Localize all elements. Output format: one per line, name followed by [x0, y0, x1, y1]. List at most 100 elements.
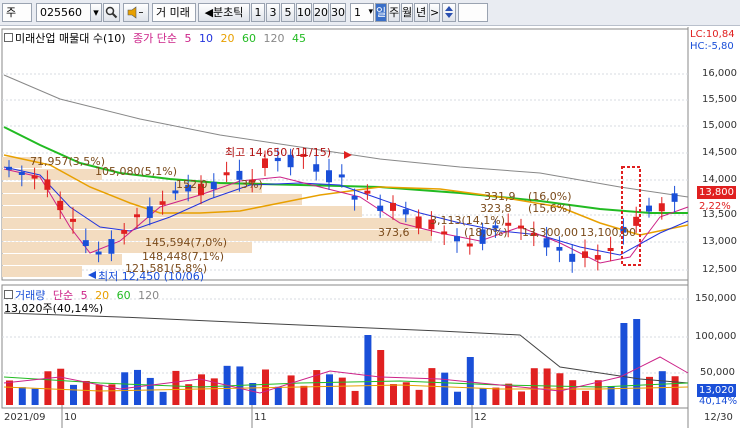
vol-y-tick: 150,000	[695, 293, 737, 304]
profile-bar	[2, 169, 102, 180]
volume-bar	[31, 388, 39, 405]
x-axis-label: 12/30	[704, 412, 733, 423]
unit-day-button[interactable]: 일	[375, 3, 387, 22]
candle-body	[223, 172, 230, 176]
period-tick-label: 분초틱	[213, 6, 244, 19]
candle-body	[146, 206, 153, 218]
candle-body	[70, 218, 76, 222]
unit-week-button[interactable]: 주	[388, 3, 400, 22]
period-30-button[interactable]: 30	[330, 3, 346, 22]
type-select-value: 주	[6, 6, 17, 19]
candle-body	[6, 166, 12, 170]
candle-body	[18, 171, 25, 175]
unit-year-button[interactable]: 년	[414, 3, 428, 22]
volume-bar	[146, 377, 154, 405]
candle-body	[121, 229, 128, 234]
candle-body	[556, 246, 563, 251]
candle-body	[313, 164, 320, 172]
y-tick: 15,000	[702, 120, 737, 131]
y-tick: 13,000	[702, 236, 737, 247]
period-tick-button[interactable]: ◀분초틱	[198, 3, 250, 22]
volume-bar	[543, 368, 551, 405]
volume-bar	[466, 357, 474, 405]
ma-60-label: 60	[242, 32, 257, 45]
volume-bar	[18, 387, 26, 405]
period-number: 10	[297, 6, 311, 19]
blank-input[interactable]	[458, 3, 488, 22]
code-dropdown-button[interactable]: ▾	[90, 3, 102, 22]
unit-label: 일	[376, 6, 387, 19]
interval-input[interactable]: 1 ▾	[350, 3, 374, 22]
volume-bar	[415, 389, 423, 405]
price-panel-title: 미래산업 매물대 수(10)	[15, 32, 126, 45]
stock-name-value: 거 미래	[156, 6, 190, 19]
period-20-button[interactable]: 20	[313, 3, 329, 22]
price-legend: 미래산업 매물대 수(10) 종가 단순 5 10 20 60 120 45	[4, 30, 310, 46]
period-10-button[interactable]: 10	[296, 3, 312, 22]
profile-label: 152,0	[176, 178, 208, 191]
volume-bar	[287, 375, 295, 405]
candle-body	[351, 195, 358, 200]
volume-bar	[454, 391, 461, 405]
period-number: 5	[284, 6, 292, 19]
checkbox-icon[interactable]	[4, 290, 13, 299]
volume-bar	[326, 374, 333, 405]
search-button[interactable]	[103, 3, 120, 22]
chart-area: 미래산업 매물대 수(10) 종가 단순 5 10 20 60 120 45 L…	[0, 27, 740, 428]
unit-month-button[interactable]: 월	[401, 3, 413, 22]
profile-bar	[2, 218, 422, 229]
checkbox-icon[interactable]	[4, 33, 13, 42]
interval-value: 1	[354, 6, 361, 19]
period-1-button[interactable]: 1	[251, 3, 265, 22]
lc-text: LC:10,84	[690, 29, 735, 40]
vol-ma-120-label: 120	[138, 289, 160, 302]
candle-body	[159, 201, 166, 205]
period-5-button[interactable]: 5	[281, 3, 295, 22]
volume-bar	[505, 383, 513, 405]
ma-5-label: 5	[184, 32, 192, 45]
volume-bar	[95, 384, 103, 405]
volume-bar	[530, 368, 538, 405]
ma-label: 종가 단순	[133, 32, 178, 45]
chevron-down-icon: ▾	[93, 6, 99, 19]
candle-body	[210, 181, 217, 190]
period-number: 3	[269, 6, 277, 19]
type-select[interactable]: 주	[2, 3, 32, 22]
toolbar: 주 025560 ▾ 거 미래 ◀분초틱 1 3 5 10 20 30 1 ▾ 일…	[0, 0, 740, 26]
next-arrow-button[interactable]: >	[429, 3, 440, 22]
y-tick: 14,500	[702, 147, 737, 158]
volume-bar	[159, 391, 167, 405]
candle-body	[569, 253, 576, 262]
profile-label: 13,100,00	[580, 226, 636, 239]
profile-label: 13,300,00	[522, 226, 578, 239]
candle-body	[377, 205, 384, 211]
high-annotation: 최고 14,650 (11/15)	[225, 146, 332, 159]
candle-body	[454, 236, 460, 242]
volume-bar	[57, 368, 65, 405]
candle-body	[415, 216, 422, 229]
stock-code-value: 025560	[40, 6, 82, 19]
magnifier-icon	[105, 6, 118, 19]
speaker-button[interactable]	[123, 3, 149, 22]
current-price-flag: 13,800	[697, 186, 736, 199]
candle-body	[543, 238, 550, 248]
up-down-button[interactable]	[442, 3, 456, 22]
volume-bar	[44, 371, 52, 405]
volume-bar	[671, 376, 679, 405]
current-volume-pct-flag: 40,14%	[699, 396, 738, 407]
volume-bar	[390, 384, 397, 405]
candle-body	[402, 209, 409, 215]
profile-label: (18,0%)	[464, 226, 508, 239]
stock-name-field[interactable]: 거 미래	[152, 3, 196, 22]
current-pct-flag: 2,22%	[699, 201, 731, 212]
volume-bar	[249, 382, 257, 405]
profile-label: (15,6%)	[528, 202, 572, 215]
candle-body	[326, 170, 332, 183]
candle-body	[658, 203, 665, 212]
chevron-down-icon: ▾	[368, 7, 373, 17]
profile-label: 3%)	[241, 178, 263, 191]
period-3-button[interactable]: 3	[266, 3, 280, 22]
period-number: 20	[314, 6, 328, 19]
unit-label: 년	[415, 6, 427, 19]
candle-body	[134, 214, 140, 218]
